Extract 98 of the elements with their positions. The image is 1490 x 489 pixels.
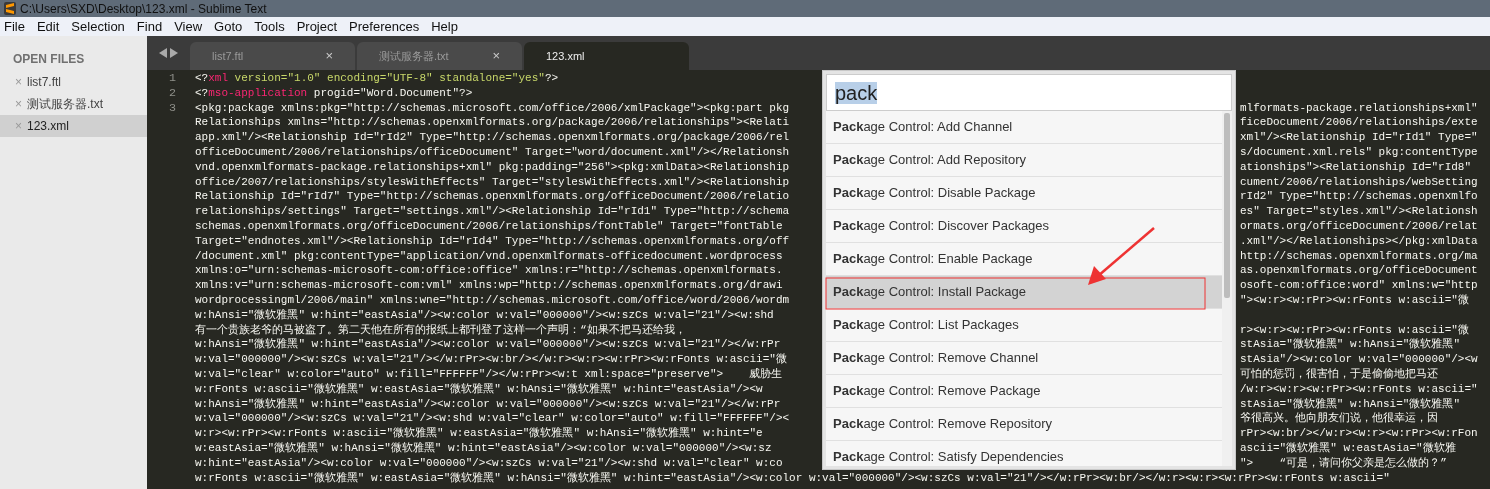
code-line: Target="endnotes.xml"/><Relationship Id="rId4" Type="http://schemas.openxmlformats.org/off [195, 233, 790, 249]
code-line: ascii="微软雅黑" w:eastAsia="微软雅 [1240, 440, 1456, 456]
code-line: wordprocessingml/2006/main" xmlns:wne="http://schemas.microsoft.com/office/word/2006/wordm [195, 292, 790, 308]
app-logo-icon [4, 2, 16, 15]
command-item[interactable]: Package Control: Remove Channel [826, 342, 1222, 375]
menu-item[interactable]: Preferences [349, 20, 420, 33]
left-arrow-icon[interactable] [159, 48, 167, 58]
close-icon[interactable]: × [325, 46, 333, 66]
code-line: http://schemas.openxmlformats.org/ma [1240, 248, 1478, 264]
menu-item[interactable]: Selection [71, 20, 125, 33]
code-line: mlformats-package.relationships+xml" [1240, 100, 1478, 116]
command-item[interactable]: Package Control: List Packages [826, 309, 1222, 342]
line-number: 2 [169, 85, 176, 100]
code-line: Relationships xmlns="http://schemas.openxmlformats.org/package/2006/relationships"><Relati [195, 115, 790, 131]
code-line: rPr><w:br/></w:r><w:r><w:rPr><w:rFon [1240, 426, 1478, 441]
sidebar-heading: OPEN FILES [12, 51, 86, 68]
file-tab[interactable]: 测试服务器.txt × [357, 42, 522, 70]
file-tab[interactable]: list7.ftl × [190, 42, 355, 70]
file-name: 123.xml [27, 118, 70, 135]
scrollbar[interactable] [1222, 111, 1232, 466]
code-line: w:hAnsi="微软雅黑" w:hint="eastAsia"/><w:color w:val="000000"/><w:szCs w:val="21"/></w:rPr [195, 396, 781, 412]
code-line: w:val="000000"/><w:szCs w:val="21"/><w:shd w:val="clear" w:color="auto" w:fill="FFFFFF"/>< [195, 411, 790, 427]
code-line: officeDocument/2006/relationships/officeDocument" Target="word/document.xml"/></Relationsh [195, 145, 790, 160]
code-line: schemas.openxmlformats.org/officeDocument/2006/relationships/fontTable" Target="fontTable [195, 218, 783, 234]
tab-label: list7.ftl [212, 48, 244, 64]
code-line: ormats.org/officeDocument/2006/relat [1240, 218, 1478, 234]
code-line: as.openxmlformats.org/officeDocument [1240, 263, 1478, 279]
menu-item[interactable]: View [174, 20, 203, 33]
code-line: es" Target="styles.xml"/><Relationsh [1240, 204, 1478, 219]
tab-label: 测试服务器.txt [379, 48, 449, 64]
code-line: app.xml"/><Relationship Id="rId2" Type="http://schemas.openxmlformats.org/package/2006/rel [195, 130, 790, 145]
code-line: xmlns:o="urn:schemas-microsoft-com:office:office" xmlns:r="http://schemas.openxmlformats. [195, 263, 783, 279]
code-line: "> “可是，请问你父亲是怎么做的？” [1240, 455, 1447, 471]
code-line: w:hAnsi="微软雅黑" w:hint="eastAsia"/><w:color w:val="000000"/><w:szCs w:val="21"/><w:shd [195, 307, 774, 323]
menu-item[interactable]: Find [136, 20, 163, 33]
command-item[interactable]: Package Control: Add Channel [826, 111, 1222, 144]
search-query: pack [835, 81, 878, 104]
command-item[interactable]: Package Control: Discover Packages [826, 210, 1222, 243]
code-line: relationships/settings" Target="settings.xml"/><Relationship Id="rId1" Type="http://schema [195, 204, 790, 219]
command-item[interactable]: Package Control: Add Repository [826, 144, 1222, 177]
command-item[interactable]: Package Control: Disable Package [826, 177, 1222, 210]
code-line: rId2" Type="http://schemas.openxmlfo [1240, 189, 1478, 205]
code-line: w:val="clear" w:color="auto" w:fill="FFFFFF"/></w:rPr><w:t xml:space="preserve"> 威胁生 [195, 366, 783, 382]
file-tab[interactable]: 123.xml [524, 42, 689, 70]
code-line: 可怕的惩罚，很害怕，于是偷偷地把马还 [1240, 366, 1438, 382]
line-number: 1 [169, 71, 176, 85]
code-line: office/2007/relationships/stylesWithEffects" Target="stylesWithEffects.xml"/><Relationship [195, 174, 790, 190]
code-line: s/document.xml.rels" pkg:contentType [1240, 145, 1478, 160]
command-item[interactable]: Package Control: Enable Package [826, 243, 1222, 276]
command-item[interactable]: Package Control: Remove Package [826, 375, 1222, 408]
search-field[interactable]: pack [826, 74, 1232, 111]
code-line: xmlns:v="urn:schemas-microsoft-com:vml" xmlns:wp="http://schemas.openxmlformats.org/drawi [195, 278, 783, 293]
code-line: r><w:r><w:rPr><w:rFonts w:ascii="微 [1240, 322, 1469, 338]
code-line: w:eastAsia="微软雅黑" w:hAnsi="微软雅黑" w:hint="eastAsia"/><w:color w:val="000000"/><w:sz [195, 440, 772, 456]
code-line: ationships"><Relationship Id="rId8" [1240, 159, 1472, 175]
menu-item[interactable]: Goto [214, 20, 243, 33]
right-arrow-icon[interactable] [170, 48, 178, 58]
code-line: <?xml version="1.0" encoding="UTF-8" standalone="yes"?> [195, 71, 559, 86]
command-item[interactable]: Package Control: Remove Repository [826, 408, 1222, 441]
file-name: list7.ftl [27, 74, 62, 91]
code-line: .xml"/></Relationships></pkg:xmlData [1240, 233, 1478, 249]
code-line: Relationship Id="rId7" Type="http://schemas.openxmlformats.org/officeDocument/2006/relatio [195, 189, 790, 205]
file-item[interactable]: × 123.xml [0, 115, 147, 137]
code-line: <?mso-application progid="Word.Document"?> [195, 85, 473, 101]
line-number: 3 [169, 100, 176, 115]
code-line: vnd.openxmlformats-package.relationships+xml" pkg:padding="256"><pkg:xmlData><Relationship [195, 159, 790, 175]
menu-item[interactable]: Help [431, 20, 458, 33]
code-line: /w:r><w:r><w:rPr><w:rFonts w:ascii=" [1240, 381, 1478, 397]
code-line: 爷很高兴。他向朋友们说，他很幸运，因 [1240, 411, 1438, 427]
code-line: osoft-com:office:word" xmlns:w="http [1240, 278, 1478, 293]
annotation-arrow [1088, 227, 1155, 285]
code-line: stAsia"/><w:color w:val="000000"/><w [1240, 352, 1478, 367]
code-line: w:hAnsi="微软雅黑" w:hint="eastAsia"/><w:color w:val="000000"/><w:szCs w:val="21"/></w:rPr [195, 337, 781, 353]
menu-item[interactable]: Project [296, 20, 338, 33]
code-line: w:rFonts w:ascii="微软雅黑" w:eastAsia="微软雅黑" w:hAnsi="微软雅黑" w:hint="eastAsia"/><w:color w:val="000000"/><w:szCs w:val="21"/></w:rPr><w:br/></w:r><w:r><w:rPr><w:rFonts w:ascii=" [195, 470, 1390, 486]
window-title: C:\Users\SXD\Desktop\123.xml - Sublime Text [20, 2, 267, 15]
code-line: "><w:r><w:rPr><w:rFonts w:ascii="微 [1240, 292, 1469, 308]
code-line: cument/2006/relationships/webSetting [1240, 174, 1478, 190]
menu-item[interactable]: File [4, 20, 25, 33]
code-line: /document.xml" pkg:contentType="application/vnd.openxmlformats-officedocument.wordprocess [195, 248, 783, 264]
code-line: stAsia="微软雅黑" w:hAnsi="微软雅黑" [1240, 337, 1461, 353]
code-line: w:hint="eastAsia"/><w:color w:val="000000"/><w:szCs w:val="21"/><w:shd w:val="clear" w:co [195, 455, 783, 471]
code-line: stAsia="微软雅黑" w:hAnsi="微软雅黑" [1240, 396, 1461, 412]
code-line: xml"/><Relationship Id="rId1" Type=" [1240, 130, 1478, 145]
file-item[interactable]: × 测试服务器.txt [0, 93, 147, 115]
code-line: 有一个贵族老爷的马被盗了。第二天他在所有的报纸上都刊登了这样一个声明：“如果不把马还给我， [195, 322, 686, 338]
code-line: w:rFonts w:ascii="微软雅黑" w:eastAsia="微软雅黑" w:hAnsi="微软雅黑" w:hint="eastAsia"/><w [195, 381, 763, 397]
command-item[interactable]: Package Control: Satisfy Dependencies [826, 441, 1222, 466]
code-line: <pkg:package xmlns:pkg="http://schemas.microsoft.com/office/2006/xmlPackage"><pkg:part pkg [195, 100, 790, 116]
menu-item[interactable]: Edit [36, 20, 60, 33]
code-line: w:r><w:rPr><w:rFonts w:ascii="微软雅黑" w:eastAsia="微软雅黑" w:hAnsi="微软雅黑" w:hint="e [195, 426, 763, 441]
file-name: 测试服务器.txt [27, 96, 104, 113]
tab-label: 123.xml [546, 48, 585, 64]
file-item[interactable]: × list7.ftl [0, 71, 147, 93]
menu-item[interactable]: Tools [254, 20, 285, 33]
code-line: ficeDocument/2006/relationships/exte [1240, 115, 1478, 131]
code-line: w:val="000000"/><w:szCs w:val="21"/></w:rPr><w:br/></w:r><w:r><w:rPr><w:rFonts w:ascii="微 [195, 352, 787, 367]
close-icon[interactable]: × [492, 46, 500, 66]
